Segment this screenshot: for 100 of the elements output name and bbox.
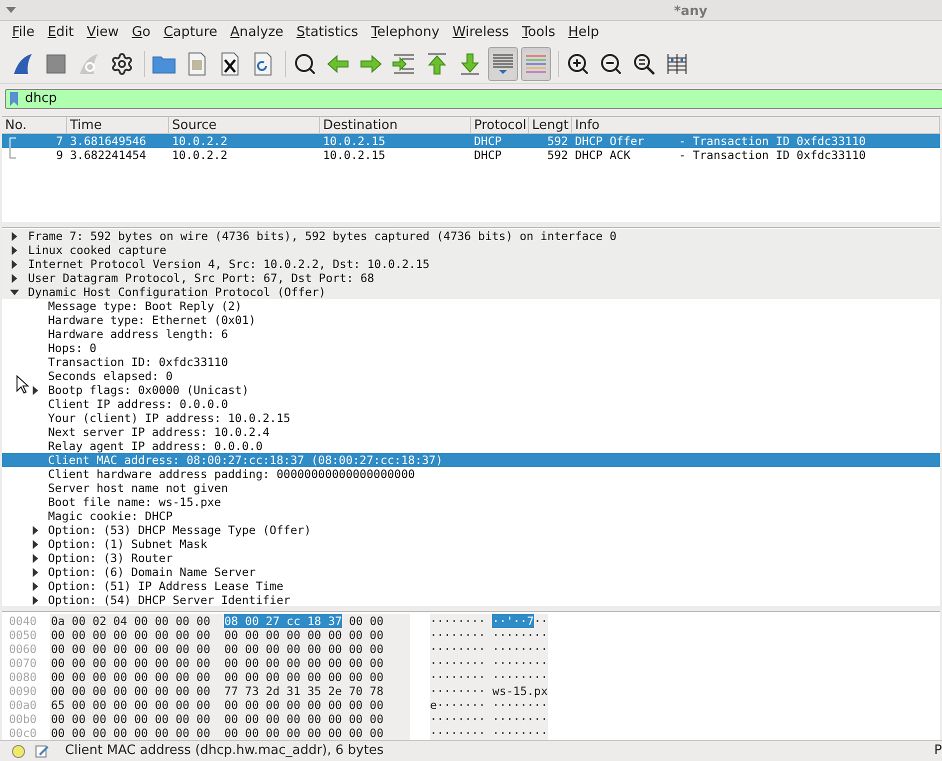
ascii-text: e······· xyxy=(430,698,486,712)
tree-row[interactable]: Client hardware address padding: 00000000000000000000 xyxy=(2,467,940,481)
expand-arrow-icon[interactable] xyxy=(31,596,40,604)
display-filter-field[interactable]: dhcp xyxy=(5,88,942,108)
menu-item[interactable]: Tools xyxy=(516,22,562,43)
hex-offset: 0070 xyxy=(8,656,38,670)
tree-row[interactable]: Next server IP address: 10.0.2.4 xyxy=(2,425,940,439)
menu-item[interactable]: Capture xyxy=(158,22,224,43)
window-menu-icon[interactable] xyxy=(6,7,16,13)
ascii-text: ········ xyxy=(492,698,548,712)
tree-row[interactable]: Hardware type: Ethernet (0x01) xyxy=(2,313,940,327)
ascii-text: ········ xyxy=(430,614,486,628)
tree-row[interactable]: Option: (6) Domain Name Server xyxy=(2,565,940,579)
tree-row[interactable]: Hardware address length: 6 xyxy=(2,327,940,341)
hex-bytes: 08 00 27 cc 18 37 xyxy=(224,614,342,628)
hex-bytes: 00 00 xyxy=(348,614,384,628)
tree-row[interactable]: Option: (3) Router xyxy=(2,551,940,565)
menu-item[interactable]: Statistics xyxy=(290,22,364,43)
hex-offset: 00b0 xyxy=(8,712,38,726)
tree-row[interactable]: Option: (54) DHCP Server Identifier xyxy=(2,593,940,607)
menu-item[interactable]: Telephony xyxy=(365,22,446,43)
tree-row[interactable]: Seconds elapsed: 0 xyxy=(2,369,940,383)
expand-arrow-icon[interactable] xyxy=(31,582,40,590)
hex-bytes: 00 00 00 00 00 00 00 00 xyxy=(51,670,210,684)
table-cell: 10.0.2.2 xyxy=(172,148,228,162)
expand-arrow-icon[interactable] xyxy=(31,386,40,394)
column-header[interactable]: Info xyxy=(572,117,940,133)
table-cell: 9 xyxy=(56,148,63,162)
hex-bytes: 00 00 00 00 00 00 00 00 xyxy=(224,726,384,740)
hex-offset: 00a0 xyxy=(8,698,38,712)
tree-row[interactable]: Client IP address: 0.0.0.0 xyxy=(2,397,940,411)
tree-row[interactable]: Frame 7: 592 bytes on wire (4736 bits), 592 bytes captured (4736 bits) on interface 0 xyxy=(2,229,940,243)
menu-item[interactable]: Wireless xyxy=(446,22,515,43)
zoom-in-icon xyxy=(566,52,590,76)
tree-row[interactable]: Relay agent IP address: 0.0.0.0 xyxy=(2,439,940,453)
ascii-text: ········ xyxy=(492,628,548,642)
hex-bytes: 00 00 00 00 00 00 00 00 xyxy=(224,628,384,642)
hex-bytes: 00 00 00 00 00 00 00 00 xyxy=(224,642,384,656)
table-cell: 10.0.2.15 xyxy=(323,148,386,162)
table-cell: 10.0.2.2 xyxy=(172,134,228,148)
expand-arrow-icon[interactable] xyxy=(10,232,19,240)
ascii-text: ········ xyxy=(492,712,548,726)
tree-row[interactable]: Internet Protocol Version 4, Src: 10.0.2.2, Dst: 10.0.2.15 xyxy=(2,257,940,271)
column-header[interactable]: Protocol xyxy=(471,117,529,133)
tree-row[interactable]: Linux cooked capture xyxy=(2,243,940,257)
ascii-text: ········ xyxy=(492,642,548,656)
packet-row[interactable]: 9 3.682241454 10.0.2.2 10.0.2.15 DHCP 592 DHCP ACK - Transaction ID 0xfdc33110 xyxy=(2,148,940,162)
menu-item[interactable]: File xyxy=(6,22,41,43)
zoom-reset-icon xyxy=(632,52,656,76)
hex-bytes: 00 00 00 00 00 00 00 00 xyxy=(51,656,210,670)
expand-arrow-icon[interactable] xyxy=(10,246,19,254)
hex-bytes: 65 00 00 00 00 00 00 00 xyxy=(51,698,210,712)
expand-arrow-icon[interactable] xyxy=(10,260,19,268)
tree-row[interactable]: Message type: Boot Reply (2) xyxy=(2,299,940,313)
expand-arrow-icon[interactable] xyxy=(31,554,40,562)
toolbar-button[interactable] xyxy=(488,46,518,80)
tree-row[interactable]: Dynamic Host Configuration Protocol (Offer) xyxy=(2,285,940,299)
ascii-text: ········ xyxy=(492,670,548,684)
column-header[interactable]: Destination xyxy=(320,117,471,133)
tree-row[interactable]: Option: (53) DHCP Message Type (Offer) xyxy=(2,523,940,537)
collapse-arrow-icon[interactable] xyxy=(10,288,19,296)
packet-row[interactable]: 7 3.681649546 10.0.2.2 10.0.2.15 DHCP 592 DHCP Offer - Transaction ID 0xfdc33110 xyxy=(2,134,940,148)
autoscroll-icon xyxy=(491,52,515,76)
tree-row[interactable]: Your (client) IP address: 10.0.2.15 xyxy=(2,411,940,425)
menu-item[interactable]: Edit xyxy=(42,22,80,43)
down-arrow-icon xyxy=(458,52,482,76)
tree-row[interactable]: Server host name not given xyxy=(2,481,940,495)
tree-row[interactable]: Magic cookie: DHCP xyxy=(2,509,940,523)
expand-arrow-icon[interactable] xyxy=(31,568,40,576)
column-header[interactable]: Lengt xyxy=(529,117,572,133)
expand-arrow-icon[interactable] xyxy=(31,526,40,534)
column-header[interactable]: Source xyxy=(169,117,320,133)
hex-bytes: 00 00 00 00 00 00 00 00 xyxy=(51,712,210,726)
expand-arrow-icon[interactable] xyxy=(10,274,19,282)
hex-bytes: 00 00 00 00 00 00 00 00 xyxy=(224,712,384,726)
table-cell: DHCP Offer - Transaction ID 0xfdc33110 xyxy=(575,134,866,148)
tree-row[interactable]: Hops: 0 xyxy=(2,341,940,355)
tree-row[interactable]: Bootp flags: 0x0000 (Unicast) xyxy=(2,383,940,397)
tree-row[interactable]: Transaction ID: 0xfdc33110 xyxy=(2,355,940,369)
menu-item[interactable]: Help xyxy=(562,22,606,43)
settings-icon xyxy=(110,52,134,76)
tree-row[interactable]: Boot file name: ws-15.pxe xyxy=(2,495,940,509)
tree-row[interactable]: Option: (51) IP Address Lease Time xyxy=(2,579,940,593)
menu-item[interactable]: Go xyxy=(126,22,157,43)
tree-row[interactable]: User Datagram Protocol, Src Port: 67, Dst Port: 68 xyxy=(2,271,940,285)
hex-bytes: 00 00 00 00 00 00 00 00 xyxy=(51,684,210,698)
edit-comment-icon[interactable] xyxy=(35,744,49,758)
bookmark-icon xyxy=(9,92,19,106)
tree-row[interactable]: Client MAC address: 08:00:27:cc:18:37 (08:00:27:cc:18:37) xyxy=(2,453,940,467)
column-header[interactable]: Time xyxy=(67,117,169,133)
hex-offset: 0040 xyxy=(8,614,38,628)
hex-offset: 00c0 xyxy=(8,726,38,740)
ascii-text: ········ xyxy=(430,726,486,740)
ascii-text: ········ xyxy=(430,628,486,642)
tree-row[interactable]: Option: (1) Subnet Mask xyxy=(2,537,940,551)
up-arrow-icon xyxy=(425,52,449,76)
menu-item[interactable]: View xyxy=(80,22,125,43)
column-header[interactable]: No. xyxy=(2,117,67,133)
menu-item[interactable]: Analyze xyxy=(224,22,290,43)
expand-arrow-icon[interactable] xyxy=(31,540,40,548)
